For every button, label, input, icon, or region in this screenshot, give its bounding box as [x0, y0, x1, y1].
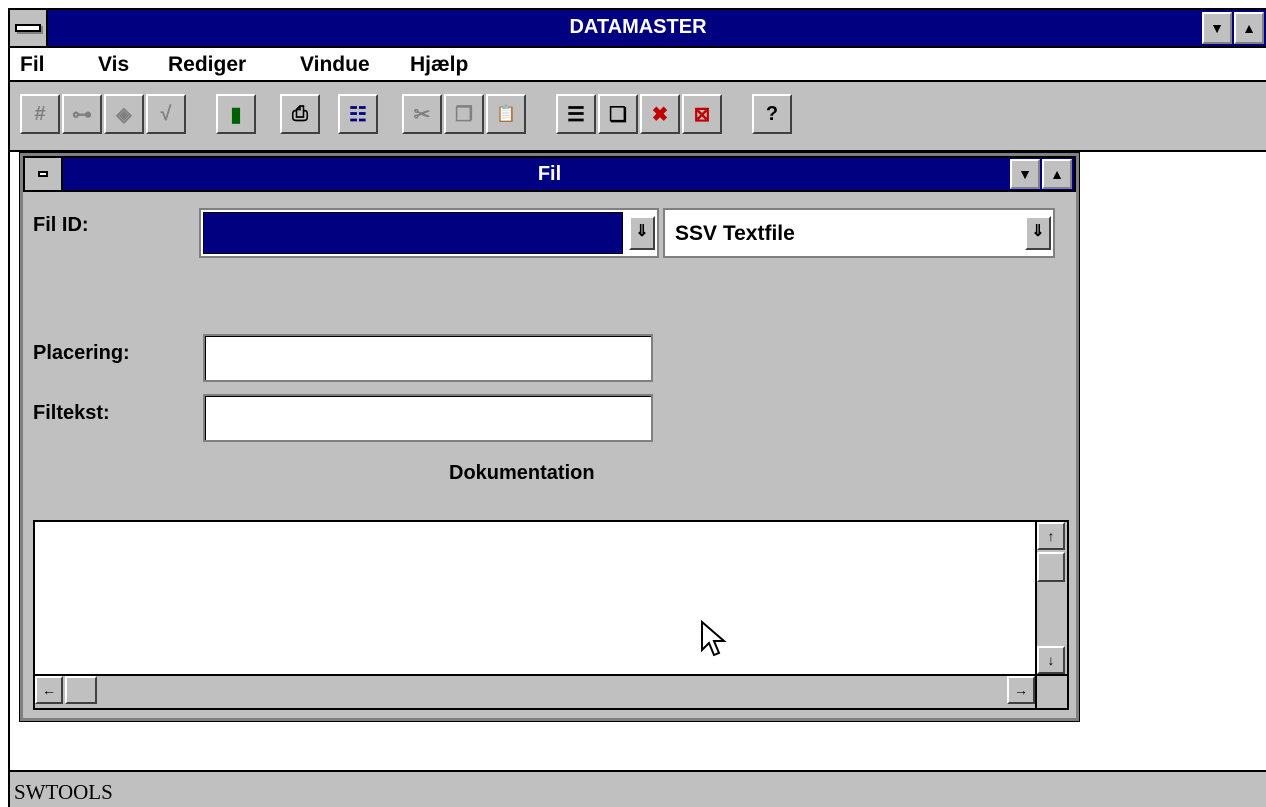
file-type-value: SSV Textfile [675, 222, 795, 245]
vertical-scroll-thumb[interactable] [1037, 552, 1065, 582]
horizontal-scrollbar[interactable]: ← → [35, 674, 1035, 708]
toolbar-button-tile[interactable]: ☰ [556, 94, 596, 134]
copy-icon: ❐ [455, 103, 473, 126]
minimize-icon: ▼ [1018, 166, 1032, 182]
toolbar-button-tag[interactable]: ◈ [104, 94, 144, 134]
scrollbar-corner [1035, 674, 1067, 708]
file-type-combo[interactable]: SSV Textfile ⇓ [663, 208, 1055, 258]
maximize-button[interactable]: ▲ [1234, 12, 1264, 44]
mouse-pointer-icon [701, 620, 727, 657]
cascade-icon: ❏ [609, 103, 627, 126]
toolbar: # ⊶ ◈ √ ▮ ⎙ ☷ ✂ ❐ 📋 ☰ ❏ ✖ ⊠ ? [10, 82, 1266, 152]
arrow-down-icon: ↓ [1047, 652, 1055, 668]
trash-icon: ▮ [230, 103, 242, 126]
toolbar-button-copy[interactable]: ❐ [444, 94, 484, 134]
placering-field[interactable] [203, 334, 653, 382]
filtekst-label: Filtekst: [33, 402, 110, 424]
toolbar-button-cascade[interactable]: ❏ [598, 94, 638, 134]
minimize-icon: ▼ [1210, 20, 1224, 36]
file-type-selected-value: SSV Textfile [667, 212, 1019, 254]
paste-icon: 📋 [496, 106, 516, 123]
structure-icon: ☷ [349, 103, 367, 126]
dokumentation-textarea[interactable]: ↑ ↓ ← → [33, 520, 1069, 710]
cut-icon: ✂ [413, 103, 431, 126]
status-bar: SWTOOLS [10, 770, 1266, 807]
vertical-scrollbar[interactable]: ↑ ↓ [1035, 522, 1067, 674]
menu-hjaelp[interactable]: Hjælp [410, 53, 468, 77]
help-icon: ? [765, 102, 779, 125]
scroll-left-button[interactable]: ← [35, 676, 63, 704]
maximize-icon: ▲ [1242, 20, 1256, 36]
toolbar-button-cut[interactable]: ✂ [402, 94, 442, 134]
tag-icon: ◈ [116, 103, 132, 126]
arrow-left-icon: ← [42, 682, 56, 698]
fil-window-minimize-button[interactable]: ▼ [1010, 159, 1040, 189]
fil-id-combo[interactable]: ⇓ [199, 208, 659, 258]
toolbar-button-number[interactable]: # [20, 94, 60, 134]
scroll-right-button[interactable]: → [1007, 676, 1035, 704]
fil-window-maximize-button[interactable]: ▲ [1042, 159, 1072, 189]
check-icon: √ [160, 102, 172, 125]
toolbar-button-delete[interactable]: ▮ [216, 94, 256, 134]
placering-label: Placering: [33, 342, 130, 364]
minimize-button[interactable]: ▼ [1202, 12, 1232, 44]
fil-id-dropdown-button[interactable]: ⇓ [629, 216, 655, 250]
toolbar-button-print[interactable]: ⎙ [280, 94, 320, 134]
horizontal-scroll-thumb[interactable] [65, 676, 97, 704]
menu-fil[interactable]: Fil [20, 53, 45, 77]
fil-window-titlebar: Fil ▼ ▲ [23, 156, 1076, 192]
chevron-down-icon: ⇓ [1031, 223, 1045, 240]
scroll-down-button[interactable]: ↓ [1037, 646, 1065, 674]
menu-fil-label: Fil [20, 53, 45, 76]
key-icon: ⊶ [72, 103, 92, 126]
menu-vis[interactable]: Vis [98, 53, 129, 77]
chevron-down-icon: ⇓ [635, 223, 649, 240]
fil-id-label: Fil ID: [33, 214, 89, 236]
app-titlebar: DATAMASTER ▼ ▲ [10, 10, 1266, 48]
toolbar-button-check[interactable]: √ [146, 94, 186, 134]
tile-icon: ☰ [567, 103, 585, 126]
toolbar-button-key[interactable]: ⊶ [62, 94, 102, 134]
toolbar-button-paste[interactable]: 📋 [486, 94, 526, 134]
status-text: SWTOOLS [14, 780, 113, 804]
close-all-icon: ✖ [651, 103, 669, 126]
menu-vindue-label: Vindue [300, 53, 370, 76]
menu-bar: Fil Vis Rediger Vindue Hjælp [10, 48, 1266, 82]
menu-vindue[interactable]: Vindue [300, 53, 370, 77]
fil-window-title: Fil [537, 163, 562, 185]
toolbar-button-structure[interactable]: ☷ [338, 94, 378, 134]
number-icon: # [34, 102, 46, 125]
arrow-up-icon: ↑ [1047, 528, 1055, 544]
filtekst-field[interactable] [203, 394, 653, 442]
close-window-icon: ⊠ [693, 103, 711, 126]
dokumentation-label: Dokumentation [449, 462, 595, 484]
scroll-up-button[interactable]: ↑ [1037, 522, 1065, 550]
toolbar-button-close-all[interactable]: ✖ [640, 94, 680, 134]
fil-window: Fil ▼ ▲ Fil ID: ⇓ SSV Textfile ⇓ Placeri… [19, 152, 1080, 722]
menu-rediger-label: Rediger [168, 53, 247, 76]
file-type-dropdown-button[interactable]: ⇓ [1025, 216, 1051, 250]
menu-hjaelp-label: Hjælp [410, 53, 469, 76]
print-icon: ⎙ [292, 102, 308, 125]
toolbar-button-help[interactable]: ? [752, 94, 792, 134]
menu-vis-label: Vis [98, 53, 130, 76]
toolbar-button-close-window[interactable]: ⊠ [682, 94, 722, 134]
app-title: DATAMASTER [569, 16, 707, 38]
arrow-right-icon: → [1014, 682, 1028, 698]
fil-id-selected-value [203, 212, 623, 254]
datamaster-app-window: DATAMASTER ▼ ▲ Fil Vis Rediger Vindue Hj… [8, 8, 1266, 807]
maximize-icon: ▲ [1050, 166, 1064, 182]
menu-rediger[interactable]: Rediger [168, 53, 246, 77]
